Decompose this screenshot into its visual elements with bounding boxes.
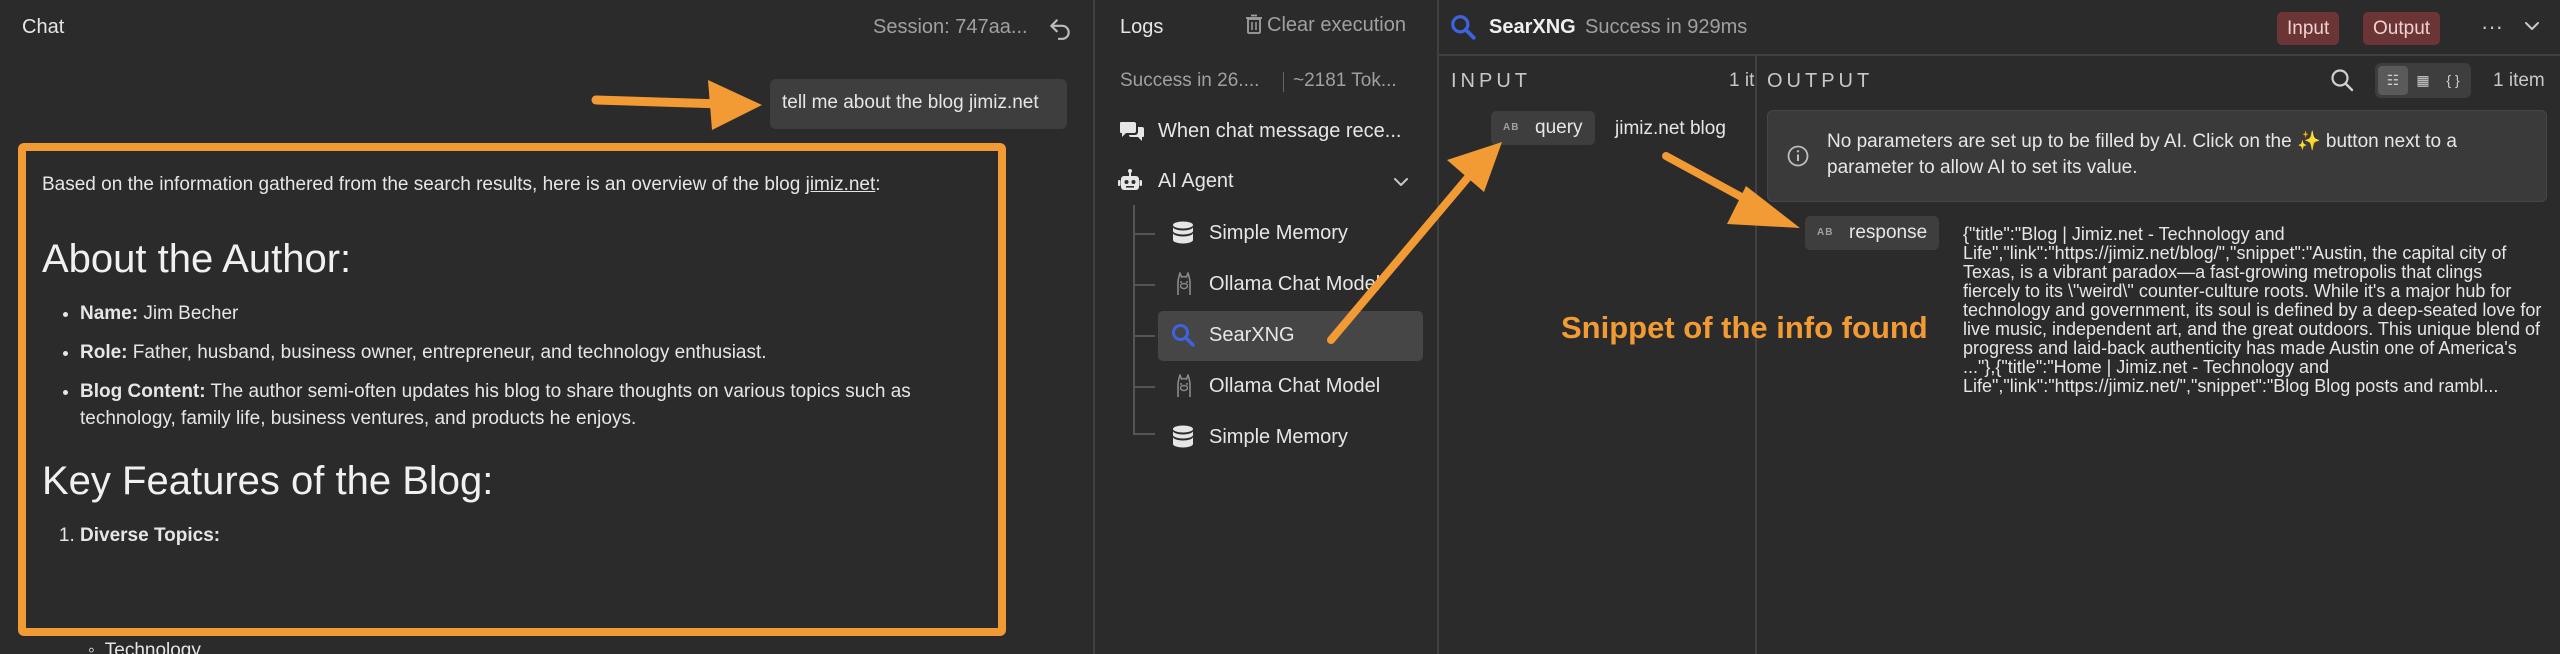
list-item: Role: Father, husband, business owner, e… <box>80 339 1002 366</box>
log-item-ai-agent[interactable]: AI Agent <box>1158 170 1234 193</box>
list-item-label: Blog Content: <box>80 381 206 402</box>
chevron-down-icon[interactable] <box>2522 16 2542 36</box>
input-header: INPUT 1 it <box>1441 60 1755 100</box>
list-item-text: The author semi-often updates his blog t… <box>80 381 911 429</box>
sub-list-item: Technology <box>88 640 201 654</box>
search-icon <box>1172 324 1195 347</box>
node-panel: SearXNG Success in 929ms Input Output ··… <box>1439 0 2560 654</box>
list-item: Blog Content: The author semi-often upda… <box>80 378 1002 432</box>
list-item-text: Father, husband, business owner, entrepr… <box>127 342 767 363</box>
ai-intro: Based on the information gathered from t… <box>42 171 1002 198</box>
output-button[interactable]: Output <box>2363 12 2441 45</box>
output-item-count: 1 item <box>2493 70 2545 91</box>
tree-branch <box>1133 284 1155 286</box>
token-count: ~2181 Tok... <box>1283 70 1397 92</box>
logs-panel: Logs Clear execution Success in 26.... ~… <box>1095 0 1437 654</box>
tree-branch <box>1133 386 1155 388</box>
tree-branch <box>1133 433 1155 435</box>
llama-icon <box>1177 374 1191 397</box>
robot-icon <box>1118 169 1142 190</box>
features-list: Diverse Topics: <box>80 522 1002 549</box>
divider[interactable] <box>1755 55 1757 654</box>
log-item-simple-memory[interactable]: Simple Memory <box>1209 222 1348 245</box>
table-view-icon[interactable]: ▦ <box>2408 66 2438 95</box>
heading-key-features: Key Features of the Blog: <box>42 459 494 503</box>
clear-execution-label: Clear execution <box>1267 14 1406 36</box>
annotation-label: Snippet of the info found <box>1561 310 1928 345</box>
database-icon <box>1173 425 1193 448</box>
log-item-chat-trigger[interactable]: When chat message rece... <box>1158 120 1401 143</box>
author-list: Name: Jim Becher Role: Father, husband, … <box>80 300 1002 432</box>
list-item: Name: Jim Becher <box>80 300 1002 327</box>
clear-execution-button[interactable]: Clear execution <box>1245 14 1406 37</box>
chat-header: Chat Session: 747aa... <box>0 0 1093 55</box>
search-icon <box>1451 15 1476 40</box>
info-callout: No parameters are set up to be filled by… <box>1767 110 2547 202</box>
ai-intro-suffix: : <box>875 174 881 195</box>
node-title: SearXNG <box>1489 16 1576 38</box>
execution-status: Success in 26.... <box>1120 70 1260 91</box>
database-icon <box>1173 221 1193 244</box>
list-item-label: Name: <box>80 303 139 324</box>
input-button[interactable]: Input <box>2277 12 2340 45</box>
list-item: Diverse Topics: <box>80 522 1002 549</box>
tree-line <box>1133 205 1135 433</box>
list-item-label: Role: <box>80 342 128 363</box>
info-icon <box>1787 145 1809 167</box>
llama-icon <box>1177 272 1191 295</box>
chat-title: Chat <box>22 16 65 38</box>
view-mode-toggle: ☷ ▦ { } <box>2375 63 2471 98</box>
node-status: Success in 929ms <box>1585 16 1748 38</box>
ai-intro-text: Based on the information gathered from t… <box>42 174 806 195</box>
tree-branch <box>1133 335 1155 337</box>
log-item-searxng[interactable]: SearXNG <box>1209 324 1295 347</box>
chevron-down-icon[interactable] <box>1391 172 1411 192</box>
output-param-chip[interactable]: AB response <box>1805 216 1940 250</box>
list-item-text: Jim Becher <box>138 303 239 324</box>
log-item-ollama-chat-model[interactable]: Ollama Chat Model <box>1209 273 1380 296</box>
input-param-chip[interactable]: AB query <box>1491 111 1595 145</box>
logs-title: Logs <box>1120 16 1164 38</box>
more-options-icon[interactable]: ··· <box>2481 16 2507 38</box>
query-value: jimiz.net blog <box>1615 118 1726 139</box>
chat-bubbles-icon <box>1120 122 1144 141</box>
divider <box>1439 54 2560 56</box>
chat-panel: Chat Session: 747aa... tell me about the… <box>0 0 1093 654</box>
ai-response: Based on the information gathered from t… <box>42 171 1002 561</box>
session-id[interactable]: Session: 747aa... <box>873 16 1028 39</box>
blog-link[interactable]: jimiz.net <box>806 174 876 195</box>
trash-icon <box>1246 14 1262 34</box>
string-type-icon: AB <box>1503 122 1520 133</box>
input-item-count: 1 it <box>1729 70 1755 91</box>
user-message: tell me about the blog jimiz.net <box>770 79 1067 129</box>
param-name: response <box>1849 222 1928 243</box>
tree-branch <box>1133 233 1155 235</box>
string-type-icon: AB <box>1817 227 1834 238</box>
json-view-icon[interactable]: { } <box>2438 66 2468 95</box>
schema-view-icon[interactable]: ☷ <box>2378 66 2408 95</box>
output-label: OUTPUT <box>1767 70 1874 92</box>
search-icon[interactable] <box>2329 67 2355 93</box>
list-item-label: Diverse Topics: <box>80 525 221 546</box>
info-text: No parameters are set up to be filled by… <box>1827 131 2457 178</box>
log-item-simple-memory[interactable]: Simple Memory <box>1209 426 1348 449</box>
heading-about-author: About the Author: <box>42 237 352 281</box>
response-value[interactable]: {"title":"Blog | Jimiz.net - Technology … <box>1963 225 2543 396</box>
undo-icon[interactable] <box>1047 15 1073 41</box>
log-item-ollama-chat-model[interactable]: Ollama Chat Model <box>1209 375 1380 398</box>
ai-response-highlight: Based on the information gathered from t… <box>18 143 1006 636</box>
param-name: query <box>1535 117 1583 138</box>
input-label: INPUT <box>1451 70 1531 92</box>
